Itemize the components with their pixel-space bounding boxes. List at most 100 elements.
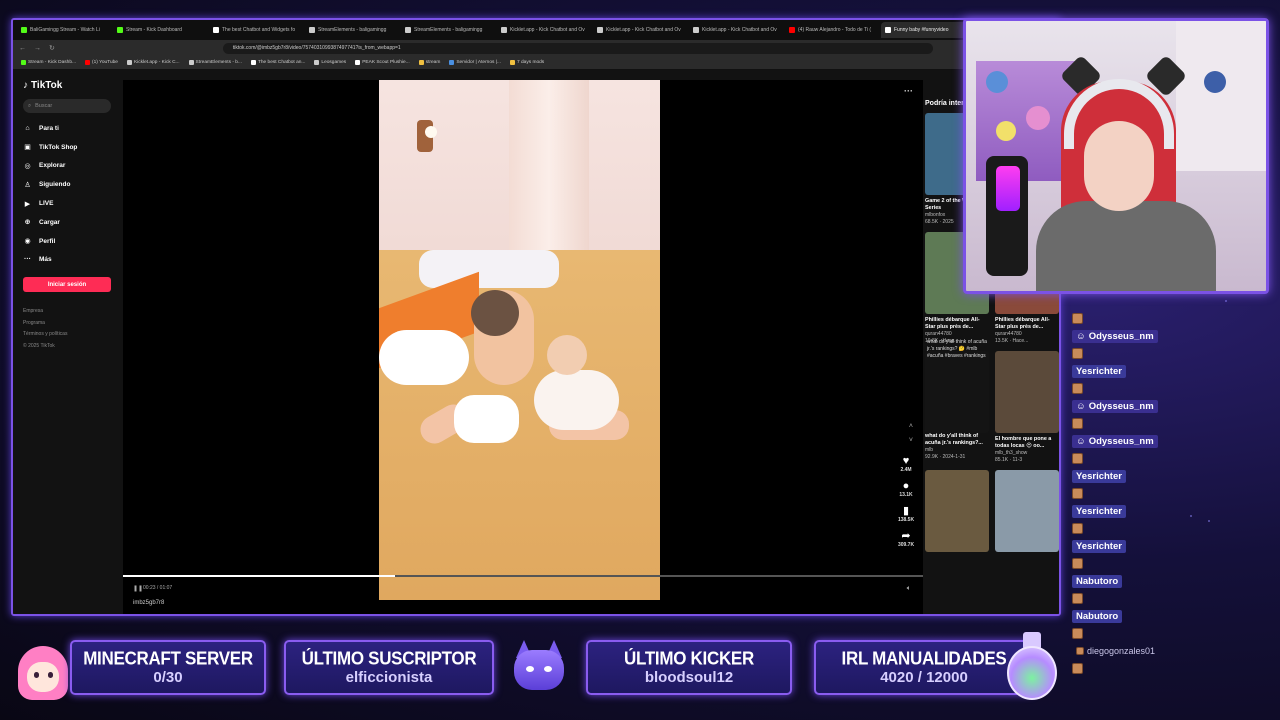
tab-favicon-icon xyxy=(117,27,123,33)
video-title xyxy=(995,555,1059,569)
comment-button[interactable]: ● 13.1K xyxy=(893,480,919,498)
volume-icon[interactable]: 🔈︎ xyxy=(907,585,911,593)
forward-icon[interactable]: → xyxy=(34,45,41,52)
baby-one-diaper xyxy=(454,395,519,443)
browser-tab[interactable]: Kicklet.app - Kick Chatbot and Ov xyxy=(593,22,687,38)
chat-username-text: Yesrichter xyxy=(1076,470,1122,482)
search-icon: ⌕ xyxy=(28,102,32,109)
bookmark-label: Servidor | Aternos |... xyxy=(456,60,501,65)
sidebar-item-m-s[interactable]: ··· Más xyxy=(23,251,111,270)
last-subscriber-panel: ÚLTIMO SUSCRIPTOR elficcionista xyxy=(284,640,494,695)
browser-tab[interactable]: The best Chatbot and Widgets fo xyxy=(209,22,303,38)
chat-username[interactable]: ☺ Odysseus_nm xyxy=(1072,329,1158,343)
video-thumbnail[interactable] xyxy=(995,351,1059,433)
sidebar-item-siguiendo[interactable]: ♙ Siguiendo xyxy=(23,175,111,194)
bookmark-item[interactable]: Kicklet.app - Kick C... xyxy=(126,60,180,65)
back-icon[interactable]: ← xyxy=(19,45,26,52)
bookmark-item[interactable]: PEAK Scout Plushie... xyxy=(355,60,410,65)
panel-value: elficcionista xyxy=(345,669,433,686)
url-field[interactable]: tiktok.com/@imbz5gb7r8/video/75740310993… xyxy=(222,42,933,54)
recommended-video[interactable]: what do y'all think of acuña jr.'s ranki… xyxy=(925,339,989,464)
sidebar-item-explorar[interactable]: ◎ Explorar xyxy=(23,157,111,176)
tab-favicon-icon xyxy=(405,27,411,33)
chat-username[interactable]: ☺ Odysseus_nm xyxy=(1072,434,1158,448)
bookmark-favicon-icon xyxy=(355,60,361,65)
browser-tab[interactable]: StreamElements - baligamingg xyxy=(401,22,495,38)
video-frame[interactable] xyxy=(379,80,660,600)
streamer-mascot-avatar xyxy=(12,640,72,700)
bookmark-item[interactable]: The best Chatbot an... xyxy=(250,60,305,65)
kick-badge-icon: ☺ xyxy=(1076,435,1086,447)
chat-username[interactable]: Nabutoro xyxy=(1072,609,1123,623)
tab-favicon-icon xyxy=(501,27,507,33)
login-button[interactable]: Iniciar sesión xyxy=(23,277,111,293)
chat-username[interactable]: Nabutoro xyxy=(1072,574,1123,588)
chat-username[interactable]: Yesrichter xyxy=(1072,539,1126,553)
sidebar-item-live[interactable]: ▶ LIVE xyxy=(23,194,111,213)
video-progress-bar[interactable] xyxy=(123,575,923,577)
video-thumbnail[interactable] xyxy=(925,470,989,552)
browser-tab[interactable]: Funny baby #funnyvideo xyxy=(881,22,975,38)
plush-toy xyxy=(1204,71,1226,93)
tab-label: StreamElements - baligamingg xyxy=(414,27,483,33)
recommended-video[interactable]: El hombre que pone a todas locas 😍 oo...… xyxy=(995,351,1059,464)
video-author[interactable]: imbz5gb7r8 xyxy=(133,600,164,606)
chevron-up-icon[interactable]: ˄ xyxy=(909,420,913,434)
address-bar: ← → ↻ tiktok.com/@imbz5gb7r8/video/75740… xyxy=(13,40,1059,56)
more-options-icon[interactable]: ··· xyxy=(904,86,913,96)
browser-tab[interactable]: Kicklet.app - Kick Chatbot and Ov xyxy=(689,22,783,38)
chat-message: Yesrichter xyxy=(1072,468,1272,486)
footer-link[interactable]: Programa xyxy=(23,318,111,330)
footer-link[interactable]: Empresa xyxy=(23,306,111,318)
sidebar-item-para-ti[interactable]: ⌂ Para ti xyxy=(23,119,111,138)
bookmark-item[interactable]: Servidor | Aternos |... xyxy=(449,60,501,65)
bookmark-item[interactable]: stream xyxy=(418,60,440,65)
sidebar-item-cargar[interactable]: ⊕ Cargar xyxy=(23,213,111,232)
browser-tab[interactable]: BaliGamingg Stream - Watch Li xyxy=(17,22,111,38)
video-player[interactable]: ··· ˄ ˅ ♥ 2.4M ● 13.1K ▮ 138.5K ➦ 309.7K… xyxy=(123,80,923,614)
recommended-video[interactable] xyxy=(925,470,989,569)
footer-link[interactable]: © 2025 TikTok xyxy=(23,341,111,353)
chat-username[interactable]: Yesrichter xyxy=(1072,469,1126,483)
browser-tab[interactable]: Kicklet.app - Kick Chatbot and Ov xyxy=(497,22,591,38)
video-pillow xyxy=(379,330,469,385)
bookmark-item[interactable]: StreamElements - b... xyxy=(188,60,242,65)
bookmark-favicon-icon xyxy=(509,60,515,65)
bookmark-item[interactable]: 7 days mods xyxy=(509,60,544,65)
cat-logo-icon xyxy=(512,640,566,694)
cat-logo-eye xyxy=(526,666,534,672)
video-thumbnail[interactable] xyxy=(995,470,1059,552)
recommended-video[interactable] xyxy=(995,470,1059,569)
video-user: mlb_th3_show xyxy=(995,450,1028,456)
share-button[interactable]: ➦ 309.7K xyxy=(893,530,919,548)
like-button[interactable]: ♥ 2.4M xyxy=(893,455,919,473)
share-icon: ➦ xyxy=(901,530,911,542)
footer-link[interactable]: Términos y políticas xyxy=(23,329,111,341)
nav-label: Cargar xyxy=(39,218,60,226)
tiktok-logo[interactable]: ♪ TikTok xyxy=(23,80,111,91)
video-curtain xyxy=(509,80,589,260)
bookmark-item[interactable]: Leosgames xyxy=(314,60,346,65)
tab-label: Kicklet.app - Kick Chatbot and Ov xyxy=(702,27,777,33)
pause-icon[interactable]: ❚❚ xyxy=(133,585,143,592)
browser-tab[interactable]: StreamElements - baligamingg xyxy=(305,22,399,38)
webcam-frame xyxy=(963,18,1269,294)
browser-tab[interactable]: Stream - Kick Dashboard xyxy=(113,22,207,38)
chevron-down-icon[interactable]: ˅ xyxy=(909,434,913,448)
browser-tab[interactable]: (4) Rauw Alejandro - Todo de Ti ( xyxy=(785,22,879,38)
tab-favicon-icon xyxy=(309,27,315,33)
reload-icon[interactable]: ↻ xyxy=(49,44,55,52)
chat-emote-icon xyxy=(1072,488,1083,500)
save-button[interactable]: ▮ 138.5K xyxy=(893,505,919,523)
tab-favicon-icon xyxy=(693,27,699,33)
chat-username[interactable]: ☺ Odysseus_nm xyxy=(1072,399,1158,413)
bookmark-item[interactable]: Stream - Kick Dashb... xyxy=(21,60,76,65)
search-input[interactable]: ⌕ Buscar xyxy=(23,99,111,113)
chat-username[interactable]: Yesrichter xyxy=(1072,364,1126,378)
chat-username[interactable]: Yesrichter xyxy=(1072,504,1126,518)
sidebar-item-tiktok-shop[interactable]: ▣ TikTok Shop xyxy=(23,138,111,157)
bookmark-item[interactable]: (1) YouTube xyxy=(84,60,118,65)
nav-icon: ◎ xyxy=(24,162,31,170)
bookmark-favicon-icon xyxy=(314,60,320,65)
sidebar-item-perfil[interactable]: ◉ Perfil xyxy=(23,232,111,251)
